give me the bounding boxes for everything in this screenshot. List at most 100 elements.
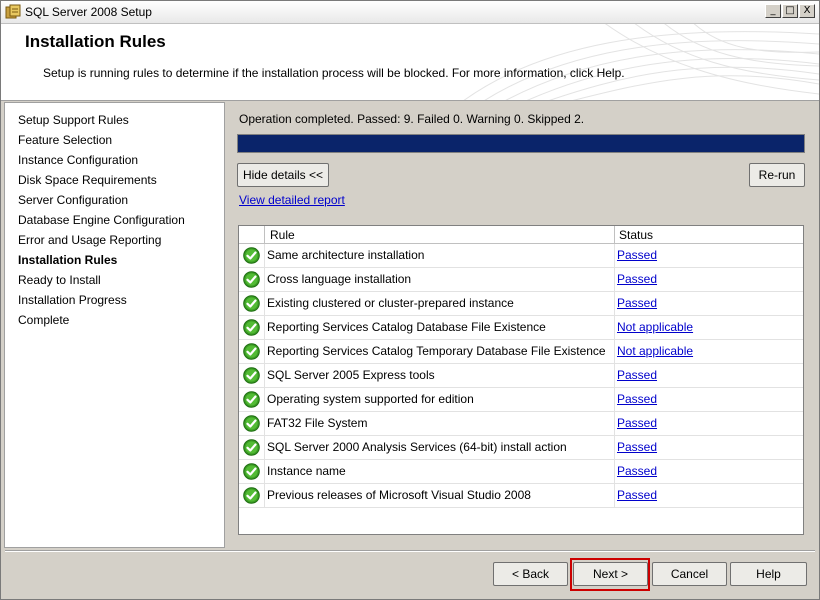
rule-status-link[interactable]: Passed xyxy=(617,464,657,478)
page-description: Setup is running rules to determine if t… xyxy=(43,66,625,80)
sidebar-item-server-configuration: Server Configuration xyxy=(18,193,129,207)
status-icon-cell xyxy=(239,484,265,507)
rules-table: Rule Status Same architecture installati… xyxy=(238,225,804,535)
table-row: Previous releases of Microsoft Visual St… xyxy=(239,484,803,508)
table-row: Cross language installation Passed xyxy=(239,268,803,292)
column-divider xyxy=(264,226,265,243)
status-cell xyxy=(614,484,615,507)
green-check-icon xyxy=(243,463,260,480)
status-icon-cell xyxy=(239,268,265,291)
green-check-icon xyxy=(243,439,260,456)
rule-status-link[interactable]: Passed xyxy=(617,440,657,454)
rule-name: Operating system supported for edition xyxy=(267,392,474,406)
sidebar-item-installation-progress: Installation Progress xyxy=(18,293,127,307)
footer-divider xyxy=(5,550,815,552)
rerun-button[interactable]: Re-run xyxy=(749,163,805,187)
table-row: SQL Server 2005 Express tools Passed xyxy=(239,364,803,388)
sidebar-item-database-engine-configuration: Database Engine Configuration xyxy=(18,213,185,227)
rule-status-link[interactable]: Passed xyxy=(617,488,657,502)
green-check-icon xyxy=(243,271,260,288)
column-header-status: Status xyxy=(619,228,654,242)
step-sidebar: Setup Support Rules Feature Selection In… xyxy=(4,102,225,548)
page-header: Installation Rules Setup is running rule… xyxy=(1,24,819,101)
status-cell xyxy=(614,460,615,483)
column-header-rule: Rule xyxy=(270,228,295,242)
status-icon-cell xyxy=(239,292,265,315)
green-check-icon xyxy=(243,343,260,360)
cancel-button[interactable]: Cancel xyxy=(652,562,727,586)
rule-name: Reporting Services Catalog Database File… xyxy=(267,320,546,334)
green-check-icon xyxy=(243,367,260,384)
table-row: Instance name Passed xyxy=(239,460,803,484)
status-cell xyxy=(614,412,615,435)
sidebar-item-feature-selection: Feature Selection xyxy=(18,133,113,147)
green-check-icon xyxy=(243,319,260,336)
status-icon-cell xyxy=(239,364,265,387)
rule-name: Instance name xyxy=(267,464,346,478)
status-cell xyxy=(614,364,615,387)
status-icon-cell xyxy=(239,316,265,339)
rule-status-link[interactable]: Passed xyxy=(617,248,657,262)
sidebar-item-instance-configuration: Instance Configuration xyxy=(18,153,139,167)
status-cell xyxy=(614,340,615,363)
table-row: Existing clustered or cluster-prepared i… xyxy=(239,292,803,316)
page-title: Installation Rules xyxy=(25,32,166,51)
sidebar-item-installation-rules: Installation Rules xyxy=(18,253,118,267)
sql-setup-icon xyxy=(5,4,21,19)
next-button[interactable]: Next > xyxy=(573,562,648,586)
sidebar-item-disk-space-requirements: Disk Space Requirements xyxy=(18,173,157,187)
status-icon-cell xyxy=(239,340,265,363)
rule-name: Reporting Services Catalog Temporary Dat… xyxy=(267,344,606,358)
view-detailed-report-link[interactable]: View detailed report xyxy=(239,193,345,207)
maximize-button[interactable]: □ xyxy=(782,4,798,18)
rule-status-link[interactable]: Not applicable xyxy=(617,320,693,334)
green-check-icon xyxy=(243,247,260,264)
sidebar-item-complete: Complete xyxy=(18,313,70,327)
minimize-button[interactable]: _ xyxy=(765,4,781,18)
rule-status-link[interactable]: Passed xyxy=(617,368,657,382)
table-row: Operating system supported for edition Pa… xyxy=(239,388,803,412)
progress-bar xyxy=(237,134,805,153)
status-cell xyxy=(614,292,615,315)
green-check-icon xyxy=(243,391,260,408)
help-button[interactable]: Help xyxy=(730,562,807,586)
status-icon-cell xyxy=(239,460,265,483)
rule-status-link[interactable]: Not applicable xyxy=(617,344,693,358)
green-check-icon xyxy=(243,295,260,312)
table-row: Reporting Services Catalog Temporary Dat… xyxy=(239,340,803,364)
status-cell xyxy=(614,436,615,459)
status-icon-cell xyxy=(239,412,265,435)
status-icon-cell xyxy=(239,244,265,267)
operation-status: Operation completed. Passed: 9. Failed 0… xyxy=(239,112,585,126)
rule-status-link[interactable]: Passed xyxy=(617,392,657,406)
status-cell xyxy=(614,268,615,291)
rule-status-link[interactable]: Passed xyxy=(617,416,657,430)
rule-name: Previous releases of Microsoft Visual St… xyxy=(267,488,531,502)
progress-fill xyxy=(238,135,804,152)
column-divider xyxy=(614,226,615,243)
sidebar-item-error-usage-reporting: Error and Usage Reporting xyxy=(18,233,162,247)
table-row: SQL Server 2000 Analysis Services (64-bi… xyxy=(239,436,803,460)
rule-status-link[interactable]: Passed xyxy=(617,296,657,310)
green-check-icon xyxy=(243,415,260,432)
rule-name: FAT32 File System xyxy=(267,416,368,430)
status-cell xyxy=(614,316,615,339)
rule-name: Same architecture installation xyxy=(267,248,425,262)
status-cell xyxy=(614,244,615,267)
rule-status-link[interactable]: Passed xyxy=(617,272,657,286)
window-title: SQL Server 2008 Setup xyxy=(25,5,152,19)
close-button[interactable]: X xyxy=(799,4,815,18)
main-panel: Operation completed. Passed: 9. Failed 0… xyxy=(227,101,817,549)
hide-details-button[interactable]: Hide details << xyxy=(237,163,329,187)
rule-name: Cross language installation xyxy=(267,272,412,286)
rule-name: SQL Server 2005 Express tools xyxy=(267,368,435,382)
back-button[interactable]: < Back xyxy=(493,562,568,586)
status-cell xyxy=(614,388,615,411)
sidebar-item-ready-to-install: Ready to Install xyxy=(18,273,101,287)
header-decoration xyxy=(463,24,819,100)
green-check-icon xyxy=(243,487,260,504)
title-bar[interactable]: SQL Server 2008 Setup _ □ X xyxy=(1,1,819,24)
rule-name: SQL Server 2000 Analysis Services (64-bi… xyxy=(267,440,567,454)
rule-name: Existing clustered or cluster-prepared i… xyxy=(267,296,514,310)
setup-window: SQL Server 2008 Setup _ □ X Installation… xyxy=(0,0,820,600)
